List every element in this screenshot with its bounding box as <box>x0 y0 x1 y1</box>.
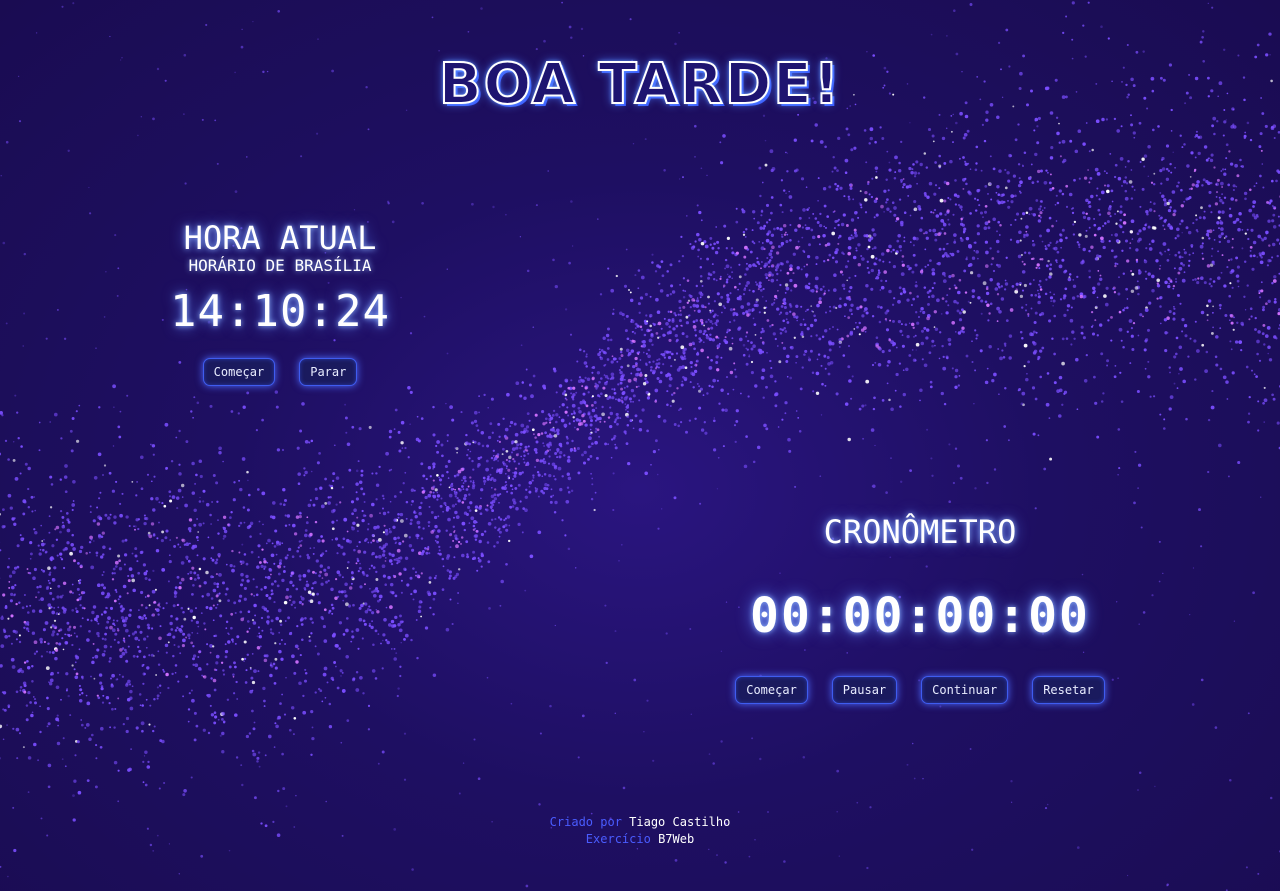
clock-stop-button[interactable]: Parar <box>299 358 358 386</box>
stopwatch-start-button[interactable]: Começar <box>735 676 808 704</box>
current-time-heading: HORA ATUAL <box>183 219 377 257</box>
stopwatch-display: 00:00:00:00 <box>750 588 1090 644</box>
stopwatch-panel: CRONÔMETRO 00:00:00:00 Começar Pausar Co… <box>720 512 1120 704</box>
stopwatch-heading: CRONÔMETRO <box>823 513 1017 551</box>
footer-credit-line: Criado por Tiago Castilho <box>0 814 1280 831</box>
exercise-label: Exercício <box>585 832 651 846</box>
stopwatch-controls: Começar Pausar Continuar Resetar <box>720 676 1120 704</box>
school-name: B7Web <box>658 832 695 846</box>
author-name: Tiago Castilho <box>629 815 731 829</box>
stopwatch-reset-button[interactable]: Resetar <box>1032 676 1105 704</box>
particle-wave-background <box>0 1 1280 891</box>
current-time-display: 14:10:24 <box>170 286 390 337</box>
footer-exercise-line: Exercício B7Web <box>0 831 1280 848</box>
stopwatch-pause-button[interactable]: Pausar <box>831 676 898 704</box>
clock-start-button[interactable]: Começar <box>202 358 276 386</box>
greeting-title: BOA TARDE! <box>438 51 842 118</box>
timezone-label: HORÁRIO DE BRASÍLIA <box>188 256 372 275</box>
footer: Criado por Tiago Castilho Exercício B7We… <box>0 814 1280 848</box>
current-time-panel: HORA ATUAL HORÁRIO DE BRASÍLIA 14:10:24 … <box>140 218 420 386</box>
created-by-label: Criado por <box>549 815 622 829</box>
clock-controls: Começar Parar <box>140 358 420 386</box>
stopwatch-resume-button[interactable]: Continuar <box>921 676 1009 704</box>
